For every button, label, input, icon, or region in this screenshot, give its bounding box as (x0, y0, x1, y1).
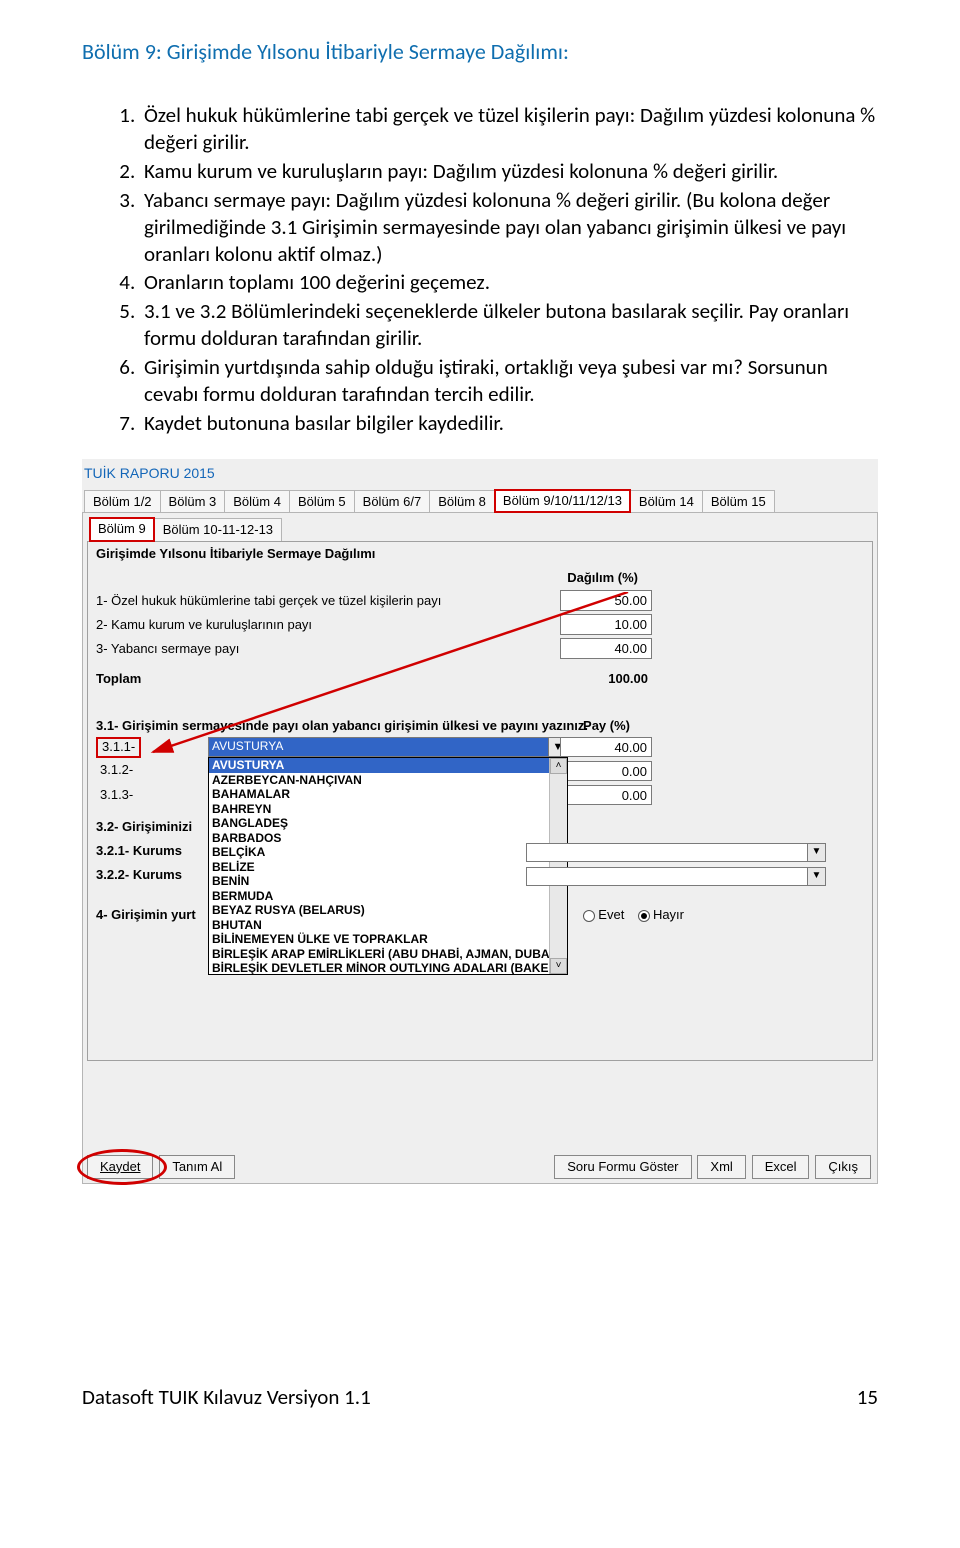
country-select-311[interactable]: AVUSTURYA (208, 737, 568, 757)
list-item[interactable]: BERMUDA (209, 889, 567, 904)
app-title: TUİK RAPORU 2015 (82, 463, 878, 489)
instruction-item: 3.1 ve 3.2 Bölümlerindeki seçeneklerde ü… (140, 298, 878, 352)
row1-label: 1- Özel hukuk hükümlerine tabi gerçek ve… (96, 593, 441, 610)
instruction-item: Kamu kurum ve kuruluşların payı: Dağılım… (140, 158, 878, 185)
cikis-button[interactable]: Çıkış (815, 1155, 871, 1179)
index-313: 3.1.3- (100, 787, 133, 804)
row3-value-input[interactable] (560, 638, 652, 659)
country-dropdown-area: 3.1.1- AVUSTURYA ▼ 3.1.2- 3.1.3- AVUSTUR… (96, 735, 864, 985)
total-value: 100.00 (560, 671, 652, 688)
index-312: 3.1.2- (100, 762, 133, 779)
list-item[interactable]: BAHAMALAR (209, 787, 567, 802)
row1-value-input[interactable] (560, 590, 652, 611)
list-item[interactable]: AZERBEYCAN-NAHÇIVAN (209, 773, 567, 788)
subtab-bolum-10-13[interactable]: Bölüm 10-11-12-13 (154, 518, 282, 542)
tab-bolum-3[interactable]: Bölüm 3 (160, 490, 226, 514)
list-item[interactable]: BANGLADEŞ (209, 816, 567, 831)
sermaye-fieldset: Girişimde Yılsonu İtibariyle Sermaye Dağ… (87, 541, 873, 1061)
section-heading: Bölüm 9: Girişimde Yılsonu İtibariyle Se… (82, 38, 878, 66)
radio-icon (638, 910, 650, 922)
tab-bolum-1-2[interactable]: Bölüm 1/2 (84, 490, 161, 514)
tab-bolum-5[interactable]: Bölüm 5 (289, 490, 355, 514)
tanim-al-button[interactable]: Tanım Al (159, 1155, 235, 1179)
list-item[interactable]: AVUSTURYA (209, 758, 567, 773)
list-item[interactable]: BİRLEŞİK ARAP EMİRLİKLERİ (ABU DHABİ, AJ… (209, 947, 567, 962)
list-item[interactable]: BENİN (209, 874, 567, 889)
chevron-down-icon[interactable]: ▼ (807, 868, 825, 885)
list-item[interactable]: BAHREYN (209, 802, 567, 817)
radio-evet-label: Evet (598, 907, 624, 922)
list-item[interactable]: BİRLEŞİK DEVLETLER MİNOR OUTLYING ADALAR… (209, 961, 567, 975)
tab-bolum-14[interactable]: Bölüm 14 (630, 490, 703, 514)
excel-button[interactable]: Excel (752, 1155, 810, 1179)
tab-bolum-8[interactable]: Bölüm 8 (429, 490, 495, 514)
tab-bolum-6-7[interactable]: Bölüm 6/7 (354, 490, 431, 514)
sub31-label: 3.1- Girişimin sermayesinde payı olan ya… (96, 718, 588, 733)
pay-input-313[interactable] (560, 785, 652, 805)
tab-bolum-9-13[interactable]: Bölüm 9/10/11/12/13 (494, 489, 631, 514)
index-311: 3.1.1- (96, 737, 141, 758)
footer-left: Datasoft TUIK Kılavuz Versiyon 1.1 (82, 1384, 371, 1411)
list-item[interactable]: BELİZE (209, 860, 567, 875)
main-tab-row: Bölüm 1/2 Bölüm 3 Bölüm 4 Bölüm 5 Bölüm … (82, 489, 878, 514)
label-32: 3.2- Girişiminizi (96, 819, 192, 836)
sub-tab-row: Bölüm 9 Bölüm 10-11-12-13 (87, 517, 873, 542)
tab-bolum-15[interactable]: Bölüm 15 (702, 490, 775, 514)
dagilim-header: Dağılım (%) (567, 570, 638, 587)
subtab-bolum-9[interactable]: Bölüm 9 (89, 517, 155, 542)
scroll-up-icon[interactable]: ˄ (550, 758, 567, 774)
list-item[interactable]: BARBADOS (209, 831, 567, 846)
chevron-down-icon[interactable]: ▼ (807, 844, 825, 861)
footer-page-number: 15 (857, 1384, 878, 1411)
list-item[interactable]: BEYAZ RUSYA (BELARUS) (209, 903, 567, 918)
country-listbox[interactable]: AVUSTURYA AZERBEYCAN-NAHÇIVAN BAHAMALAR … (208, 757, 568, 975)
total-label: Toplam (96, 671, 141, 688)
instruction-list: Özel hukuk hükümlerine tabi gerçek ve tü… (82, 102, 878, 437)
instruction-item: Özel hukuk hükümlerine tabi gerçek ve tü… (140, 102, 878, 156)
instruction-item: Oranların toplamı 100 değerini geçemez. (140, 269, 878, 296)
combo-322[interactable]: ▼ (526, 867, 826, 886)
fieldset-legend: Girişimde Yılsonu İtibariyle Sermaye Dağ… (96, 546, 864, 563)
page-footer: Datasoft TUIK Kılavuz Versiyon 1.1 15 (82, 1384, 878, 1411)
list-item[interactable]: BELÇİKA (209, 845, 567, 860)
list-item[interactable]: BHUTAN (209, 918, 567, 933)
instruction-item: Girişimin yurtdışında sahip olduğu iştir… (140, 354, 878, 408)
pay-header: Pay (%) (583, 718, 630, 735)
main-tab-panel: Bölüm 9 Bölüm 10-11-12-13 Girişimde Yıls… (82, 512, 878, 1184)
scrollbar[interactable]: ˄ ˅ (549, 758, 567, 974)
annotation-circle-icon (77, 1149, 167, 1185)
app-window: TUİK RAPORU 2015 Bölüm 1/2 Bölüm 3 Bölüm… (82, 459, 878, 1184)
radio-icon (583, 910, 595, 922)
instruction-item: Yabancı sermaye payı: Dağılım yüzdesi ko… (140, 187, 878, 268)
pay-input-312[interactable] (560, 761, 652, 781)
button-bar: Kaydet Tanım Al Soru Formu Göster Xml Ex… (87, 1151, 873, 1179)
label-321: 3.2.1- Kurums (96, 843, 182, 860)
radio-hayir[interactable]: Hayır (638, 907, 684, 924)
tab-bolum-4[interactable]: Bölüm 4 (224, 490, 290, 514)
combo-321[interactable]: ▼ (526, 843, 826, 862)
instruction-item: Kaydet butonuna basılar bilgiler kaydedi… (140, 410, 878, 437)
xml-button[interactable]: Xml (697, 1155, 745, 1179)
radio-evet[interactable]: Evet (583, 907, 624, 924)
label-4: 4- Girişimin yurt (96, 907, 196, 924)
row2-value-input[interactable] (560, 614, 652, 635)
row2-label: 2- Kamu kurum ve kuruluşlarının payı (96, 617, 312, 634)
scroll-down-icon[interactable]: ˅ (550, 958, 567, 974)
radio-group-yurtdisi: Evet Hayır (583, 907, 694, 924)
pay-input-311[interactable] (560, 737, 652, 757)
label-322: 3.2.2- Kurums (96, 867, 182, 884)
soru-formu-button[interactable]: Soru Formu Göster (554, 1155, 691, 1179)
row3-label: 3- Yabancı sermaye payı (96, 641, 239, 658)
list-item[interactable]: BİLİNEMEYEN ÜLKE VE TOPRAKLAR (209, 932, 567, 947)
radio-hayir-label: Hayır (653, 907, 684, 922)
